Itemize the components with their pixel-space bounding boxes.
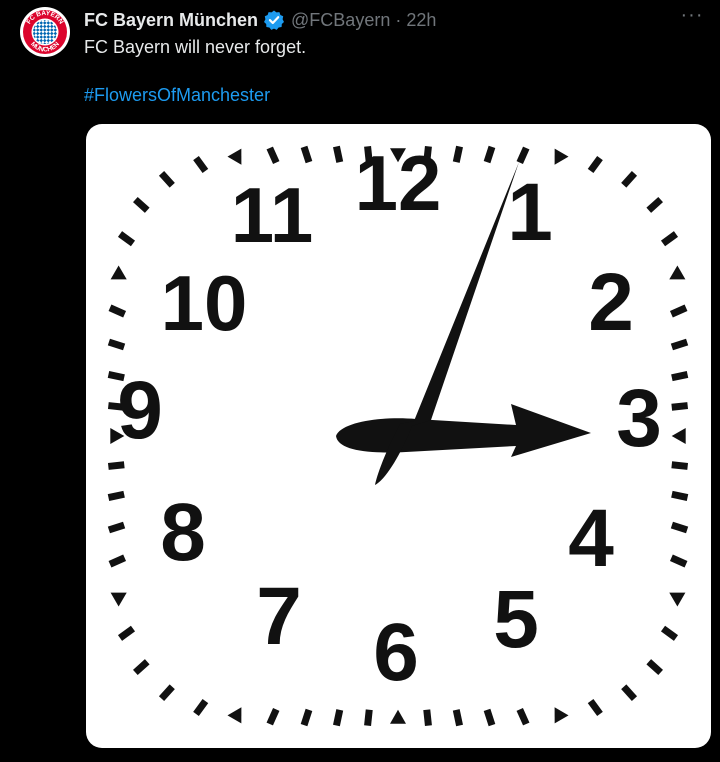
minute-marker <box>300 708 313 727</box>
clock-numeral-9: 9 <box>117 365 163 456</box>
clock-numeral-8: 8 <box>160 487 206 578</box>
minute-marker <box>423 709 432 727</box>
timestamp[interactable]: 22h <box>406 10 436 31</box>
hour-marker <box>110 592 127 607</box>
minute-marker <box>452 709 463 727</box>
minute-marker <box>107 338 126 351</box>
minute-marker <box>516 146 530 165</box>
minute-marker <box>300 145 313 164</box>
minute-marker <box>621 684 638 701</box>
verified-badge-icon <box>263 9 285 31</box>
clock-numeral-7: 7 <box>256 571 302 662</box>
hour-marker <box>669 592 686 607</box>
minute-marker <box>671 490 689 501</box>
minute-marker <box>158 684 175 701</box>
tweet-header: FC Bayern München @FCBayern · 22h <box>84 9 436 31</box>
hour-hand <box>336 404 591 457</box>
clock-numeral-5: 5 <box>493 574 539 665</box>
minute-marker <box>660 231 679 247</box>
minute-marker <box>587 155 603 174</box>
minute-marker <box>107 461 125 470</box>
minute-marker <box>621 171 638 188</box>
tweet-text: FC Bayern will never forget. <box>84 37 307 57</box>
separator-dot: · <box>395 9 402 30</box>
hour-marker <box>669 265 686 280</box>
minute-marker <box>333 709 344 727</box>
minute-marker <box>193 698 209 717</box>
clock-numeral-3: 3 <box>616 373 662 464</box>
more-options-icon[interactable]: ··· <box>678 5 706 30</box>
tweet-media-image[interactable]: 12 1 2 3 4 5 6 7 8 9 10 11 <box>86 124 711 748</box>
minute-marker <box>452 145 463 163</box>
clock-numeral-10: 10 <box>161 259 248 347</box>
minute-marker <box>193 155 209 174</box>
minute-marker <box>107 490 125 501</box>
minute-marker <box>483 145 496 164</box>
hour-marker <box>554 148 569 165</box>
author-name[interactable]: FC Bayern München <box>84 10 258 31</box>
minute-marker <box>516 707 530 726</box>
clock-numeral-4: 4 <box>568 493 614 584</box>
hour-marker <box>671 428 686 444</box>
clock-numeral-12: 12 <box>355 139 442 227</box>
author-handle[interactable]: @FCBayern <box>291 10 390 31</box>
minute-marker <box>646 659 663 676</box>
minute-marker <box>364 709 373 727</box>
minute-marker <box>587 698 603 717</box>
clock-numeral-1: 1 <box>507 167 553 258</box>
hour-marker <box>390 709 406 724</box>
hashtag-link[interactable]: #FlowersOfManchester <box>84 85 270 106</box>
minute-marker <box>646 196 663 213</box>
minute-marker <box>669 554 688 568</box>
hour-marker <box>227 707 242 724</box>
hour-marker <box>554 707 569 724</box>
minute-marker <box>671 461 689 470</box>
minute-marker <box>266 146 280 165</box>
minute-marker <box>108 554 127 568</box>
minute-marker <box>660 625 679 641</box>
clock-numeral-6: 6 <box>373 607 419 698</box>
clock-numeral-11: 11 <box>231 171 313 259</box>
minute-marker <box>133 196 150 213</box>
minute-marker <box>670 521 689 534</box>
hour-marker <box>227 148 242 165</box>
minute-marker <box>108 304 127 318</box>
minute-marker <box>671 402 689 411</box>
clock-numeral-2: 2 <box>588 257 634 348</box>
minute-marker <box>117 231 136 247</box>
minute-marker <box>158 171 175 188</box>
avatar[interactable]: FC BAYERN MÜNCHEN <box>20 7 70 57</box>
minute-marker <box>133 659 150 676</box>
fc-bayern-logo: FC BAYERN MÜNCHEN <box>21 8 69 56</box>
minute-marker <box>333 145 344 163</box>
minute-marker <box>483 708 496 727</box>
minute-marker <box>670 338 689 351</box>
minute-marker <box>669 304 688 318</box>
minute-marker <box>266 707 280 726</box>
hour-marker <box>110 265 127 280</box>
minute-marker <box>117 625 136 641</box>
minute-marker <box>671 371 689 382</box>
minute-marker <box>107 521 126 534</box>
clock-face: 12 12 345678 9 1011 <box>107 139 689 727</box>
